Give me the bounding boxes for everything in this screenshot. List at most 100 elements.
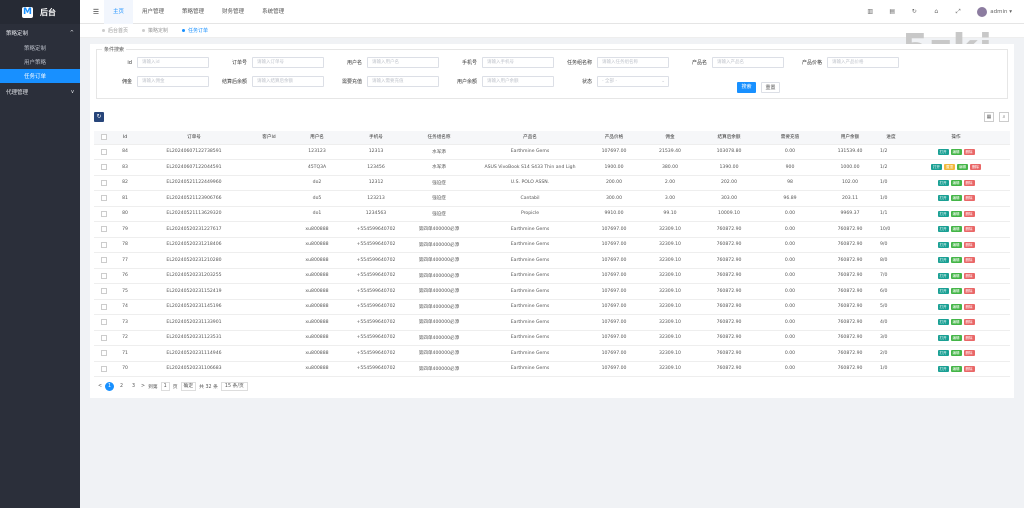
top-menu-tab[interactable]: 系统管理 — [253, 0, 293, 24]
sidebar-item[interactable]: 用户策略 — [0, 55, 80, 69]
top-menu-tab[interactable]: 策略管理 — [173, 0, 213, 24]
sidebar-group[interactable]: 策略定制 ^ — [0, 24, 80, 41]
row-checkbox[interactable] — [101, 148, 107, 155]
sidebar-item[interactable]: 任务订单 — [0, 69, 80, 83]
top-menu-tab[interactable]: 财务管理 — [213, 0, 253, 24]
top-menu-tab[interactable]: 主页 — [104, 0, 134, 24]
edit-button[interactable]: 编辑 — [950, 303, 962, 310]
delete-button[interactable]: 删除 — [963, 257, 975, 263]
delete-button[interactable]: 删除 — [963, 210, 975, 217]
field-input[interactable]: 请输入id — [137, 57, 209, 68]
open-button[interactable]: 打开 — [937, 226, 949, 232]
open-button[interactable]: 打开 — [931, 164, 942, 170]
select-all-checkbox[interactable] — [101, 134, 107, 140]
row-checkbox[interactable] — [101, 195, 107, 201]
delete-button[interactable]: 删除 — [963, 226, 975, 232]
row-checkbox[interactable] — [101, 257, 107, 263]
field-input[interactable]: 请输入订单号 — [252, 57, 324, 68]
open-button[interactable]: 打开 — [937, 288, 949, 294]
edit-button[interactable]: 编辑 — [957, 164, 968, 170]
delete-button[interactable]: 删除 — [963, 179, 975, 186]
page-tab[interactable]: 策略定制 — [138, 27, 172, 34]
window-icon[interactable]: ▤ — [881, 8, 903, 15]
edit-button[interactable]: 编辑 — [950, 210, 962, 217]
open-button[interactable]: 打开 — [937, 319, 949, 325]
open-button[interactable]: 打开 — [937, 210, 949, 217]
prev-page-button[interactable]: < — [98, 384, 102, 389]
edit-button[interactable]: 编辑 — [950, 334, 962, 341]
row-checkbox[interactable] — [101, 210, 107, 217]
delete-button[interactable]: 删除 — [963, 195, 975, 201]
open-button[interactable]: 打开 — [937, 241, 949, 248]
refresh-icon[interactable]: ↻ — [903, 8, 925, 15]
open-button[interactable]: 打开 — [937, 148, 949, 155]
open-button[interactable]: 打开 — [937, 365, 949, 372]
field-input[interactable]: 请输入用户余额 — [482, 76, 554, 87]
delete-button[interactable]: 删除 — [970, 164, 981, 170]
column-header[interactable] — [94, 131, 114, 145]
field-input[interactable]: 请输入佣金 — [137, 76, 209, 87]
columns-icon[interactable]: ▦ — [984, 112, 994, 122]
column-header[interactable]: Id — [114, 131, 136, 145]
pin-button[interactable]: 置顶 — [944, 164, 955, 170]
user-menu[interactable]: admin ▾ — [990, 9, 1012, 15]
page-tab[interactable]: 任务订单 — [178, 27, 212, 34]
sidebar-item[interactable]: 策略定制 — [0, 41, 80, 55]
search-icon[interactable]: ⌕ — [999, 112, 1009, 122]
page-number[interactable]: 3 — [129, 382, 138, 391]
edit-button[interactable]: 编辑 — [950, 257, 962, 263]
delete-button[interactable]: 删除 — [963, 365, 975, 372]
open-button[interactable]: 打开 — [937, 257, 949, 263]
field-input[interactable]: 请输入任务组名称 — [597, 57, 669, 68]
row-checkbox[interactable] — [101, 164, 107, 170]
delete-button[interactable]: 删除 — [963, 241, 975, 248]
goto-page-input[interactable]: 1 — [160, 381, 170, 391]
edit-button[interactable]: 编辑 — [950, 241, 962, 248]
row-checkbox[interactable] — [101, 319, 107, 325]
sidebar-group[interactable]: 代理管理 v — [0, 83, 80, 100]
page-number[interactable]: 2 — [117, 382, 126, 391]
field-input[interactable]: 请输入产品价格 — [827, 57, 899, 68]
page-size-select[interactable]: 15 条/页 — [220, 381, 248, 391]
logo[interactable]: M 后台 — [0, 0, 80, 24]
open-button[interactable]: 打开 — [937, 195, 949, 201]
open-button[interactable]: 打开 — [937, 350, 949, 356]
row-checkbox[interactable] — [101, 303, 107, 310]
open-button[interactable]: 打开 — [937, 272, 949, 279]
open-button[interactable]: 打开 — [937, 179, 949, 186]
row-checkbox[interactable] — [101, 350, 107, 356]
delete-button[interactable]: 删除 — [963, 288, 975, 294]
field-input[interactable]: 请输入结算后余额 — [252, 76, 324, 87]
page-tab[interactable]: 后台首页 — [98, 27, 132, 34]
row-checkbox[interactable] — [101, 272, 107, 279]
field-input[interactable]: 请输入产品名 — [712, 57, 784, 68]
edit-button[interactable]: 编辑 — [950, 148, 962, 155]
avatar[interactable] — [977, 6, 988, 17]
search-button[interactable]: 搜索 — [737, 82, 756, 93]
page-number[interactable]: 1 — [105, 381, 115, 391]
row-checkbox[interactable] — [101, 241, 107, 248]
row-checkbox[interactable] — [101, 365, 107, 372]
edit-button[interactable]: 编辑 — [950, 365, 962, 372]
goto-confirm-button[interactable]: 确定 — [180, 381, 197, 391]
edit-button[interactable]: 编辑 — [950, 272, 962, 279]
open-button[interactable]: 打开 — [937, 303, 949, 310]
edit-button[interactable]: 编辑 — [950, 195, 962, 201]
bell-icon[interactable]: ⌂ — [925, 8, 947, 15]
field-input[interactable]: 请输入需要充值 — [367, 76, 439, 87]
edit-button[interactable]: 编辑 — [950, 226, 962, 232]
row-checkbox[interactable] — [101, 226, 107, 232]
edit-button[interactable]: 编辑 — [950, 288, 962, 294]
delete-button[interactable]: 删除 — [963, 148, 975, 155]
delete-button[interactable]: 删除 — [963, 334, 975, 341]
row-checkbox[interactable] — [101, 334, 107, 341]
field-input[interactable]: 请输入用户名 — [367, 57, 439, 68]
next-page-button[interactable]: > — [141, 384, 145, 389]
edit-button[interactable]: 编辑 — [950, 319, 962, 325]
delete-button[interactable]: 删除 — [963, 319, 975, 325]
field-input[interactable]: 请输入手机号 — [482, 57, 554, 68]
reset-button[interactable]: 重置 — [761, 82, 780, 93]
table-refresh-button[interactable]: ↻ — [94, 112, 104, 122]
field-input[interactable]: - 全部 - ⌄ — [597, 76, 669, 87]
delete-button[interactable]: 删除 — [963, 272, 975, 279]
